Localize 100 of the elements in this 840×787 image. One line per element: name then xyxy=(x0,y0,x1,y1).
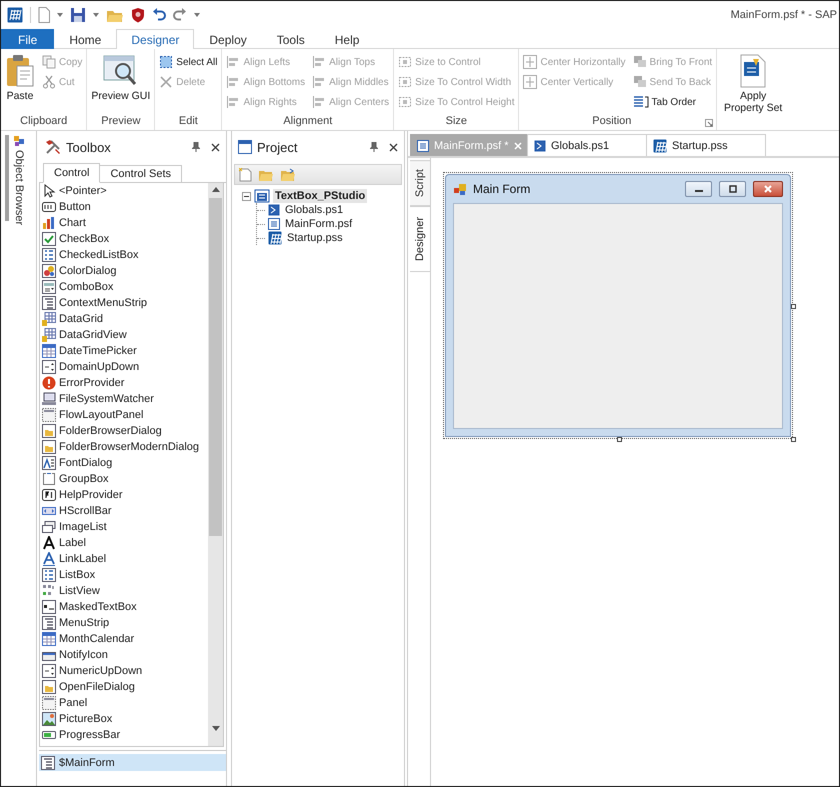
caret-icon[interactable] xyxy=(57,13,63,17)
ribbon-button[interactable]: Tab Order xyxy=(632,92,714,112)
maximize-button[interactable] xyxy=(719,181,746,197)
toolbox-item[interactable]: MonthCalendar xyxy=(42,631,208,647)
toolbox-item[interactable]: MaskedTextBox xyxy=(42,599,208,615)
open-folder-icon[interactable] xyxy=(280,168,296,182)
toolbox-item[interactable]: DataGrid xyxy=(42,311,208,327)
toolbox-item[interactable]: Panel xyxy=(42,695,208,711)
toolbox-item[interactable]: OpenFileDialog xyxy=(42,679,208,695)
masked-field-icon xyxy=(42,600,56,614)
toolbox-item[interactable]: HScrollBar xyxy=(42,503,208,519)
toolbox-item[interactable]: FolderBrowserDialog xyxy=(42,423,208,439)
toolbox-item[interactable]: CheckBox xyxy=(42,231,208,247)
view-tab[interactable]: Designer xyxy=(410,206,431,272)
toolbox-item[interactable]: ErrorProvider xyxy=(42,375,208,391)
group-label: Size xyxy=(444,115,468,129)
side-tab[interactable]: Object Browser xyxy=(13,135,25,226)
ribbon-button[interactable]: Paste xyxy=(4,52,36,104)
toolbox-item[interactable]: DataGridView xyxy=(42,327,208,343)
scrollbar[interactable] xyxy=(208,183,223,746)
toolbox-item[interactable]: ListBox xyxy=(42,567,208,583)
calendar-icon xyxy=(42,344,56,358)
ribbon-button[interactable]: Select All xyxy=(158,52,218,72)
list-icon xyxy=(42,568,56,582)
folder-icon xyxy=(42,424,56,438)
spinner-icon xyxy=(42,360,56,374)
new-document-icon[interactable] xyxy=(38,7,50,23)
component-item[interactable]: $MainForm xyxy=(39,754,226,771)
collapse-icon[interactable] xyxy=(242,192,251,200)
resize-handle[interactable] xyxy=(791,437,796,442)
toolbox-item[interactable]: PictureBox xyxy=(42,711,208,727)
toolbox-item[interactable]: DateTimePicker xyxy=(42,343,208,359)
toolbox-item[interactable]: ProgressBar xyxy=(42,727,208,743)
toolbox-item[interactable]: FlowLayoutPanel xyxy=(42,407,208,423)
grid-icon xyxy=(653,138,667,152)
tree-item[interactable]: Globals.ps1 xyxy=(283,203,346,217)
close-icon[interactable] xyxy=(389,142,398,152)
scroll-down-icon[interactable] xyxy=(212,726,220,731)
resize-handle[interactable] xyxy=(791,304,796,309)
scroll-up-icon[interactable] xyxy=(212,187,220,192)
ribbon-tab[interactable]: Designer xyxy=(116,29,194,49)
toolbox-item[interactable]: ContextMenuStrip xyxy=(42,295,208,311)
ribbon-tab[interactable]: Home xyxy=(54,29,116,49)
toolbox-item[interactable]: FontDialog xyxy=(42,455,208,471)
groupbox-icon xyxy=(42,472,56,486)
app-icon[interactable] xyxy=(7,7,23,23)
toolbox-item[interactable]: NumericUpDown xyxy=(42,663,208,679)
toolbox-item[interactable]: <Pointer> xyxy=(42,183,208,199)
toolbox-item[interactable]: ComboBox xyxy=(42,279,208,295)
toolbox-item[interactable]: ListView xyxy=(42,583,208,599)
close-icon[interactable] xyxy=(211,142,220,152)
toolbox-item[interactable]: ImageList xyxy=(42,519,208,535)
ribbon-tab[interactable]: Tools xyxy=(262,29,320,49)
ribbon-button[interactable]: Preview GUI xyxy=(90,52,152,104)
listview-icon xyxy=(42,584,56,598)
document-tab[interactable]: Startup.pss xyxy=(646,134,766,156)
toolbox-item[interactable]: ColorDialog xyxy=(42,263,208,279)
ribbon-button[interactable]: Apply Property Set xyxy=(720,52,786,116)
toolbox-item[interactable]: Button xyxy=(42,199,208,215)
view-tab[interactable]: Script xyxy=(410,160,431,206)
toolbox-item[interactable]: FileSystemWatcher xyxy=(42,391,208,407)
undo-icon[interactable] xyxy=(152,8,166,22)
toolbox-item[interactable]: Label xyxy=(42,535,208,551)
ribbon-tab[interactable]: Help xyxy=(320,29,374,49)
dialog-launcher-icon[interactable] xyxy=(705,119,714,127)
redo-icon[interactable] xyxy=(173,8,187,22)
save-icon[interactable] xyxy=(70,7,86,23)
pin-icon[interactable] xyxy=(192,142,200,152)
shield-icon[interactable] xyxy=(131,7,145,23)
toolbox-item[interactable]: NotifyIcon xyxy=(42,647,208,663)
resize-handle[interactable] xyxy=(617,437,622,442)
folder-icon xyxy=(42,680,56,694)
panel-tab[interactable]: Control xyxy=(43,163,100,183)
close-button[interactable] xyxy=(753,181,783,197)
tree-item[interactable]: Startup.pss xyxy=(285,231,345,245)
tree-item[interactable]: MainForm.psf xyxy=(283,217,354,231)
form-window[interactable]: Main Form xyxy=(445,174,791,437)
pin-icon[interactable] xyxy=(370,142,378,152)
minimize-button[interactable] xyxy=(685,181,712,197)
delete-icon xyxy=(159,75,174,89)
menu-icon xyxy=(41,756,55,770)
form-icon xyxy=(417,140,429,152)
tree-item[interactable]: TextBox_PStudio xyxy=(273,189,368,203)
new-file-icon[interactable] xyxy=(239,168,252,182)
toolbox-item[interactable]: HelpProvider xyxy=(42,487,208,503)
toolbox-item[interactable]: LinkLabel xyxy=(42,551,208,567)
ribbon-tab[interactable]: Deploy xyxy=(194,29,262,49)
toolbox-item[interactable]: GroupBox xyxy=(42,471,208,487)
toolbox-item[interactable]: DomainUpDown xyxy=(42,359,208,375)
checkbox-icon xyxy=(42,232,56,246)
group-label: Edit xyxy=(178,115,199,129)
ribbon-tab[interactable]: File xyxy=(1,29,54,49)
toolbox-item[interactable]: CheckedListBox xyxy=(42,247,208,263)
toolbox-item[interactable]: MenuStrip xyxy=(42,615,208,631)
panel-tab[interactable]: Control Sets xyxy=(99,165,182,183)
document-tab[interactable]: Globals.ps1 xyxy=(527,134,647,156)
caret-icon[interactable] xyxy=(194,13,200,17)
toolbox-item[interactable]: FolderBrowserModernDialog xyxy=(42,439,208,455)
toolbox-item[interactable]: Chart xyxy=(42,215,208,231)
caret-icon[interactable] xyxy=(93,13,99,17)
